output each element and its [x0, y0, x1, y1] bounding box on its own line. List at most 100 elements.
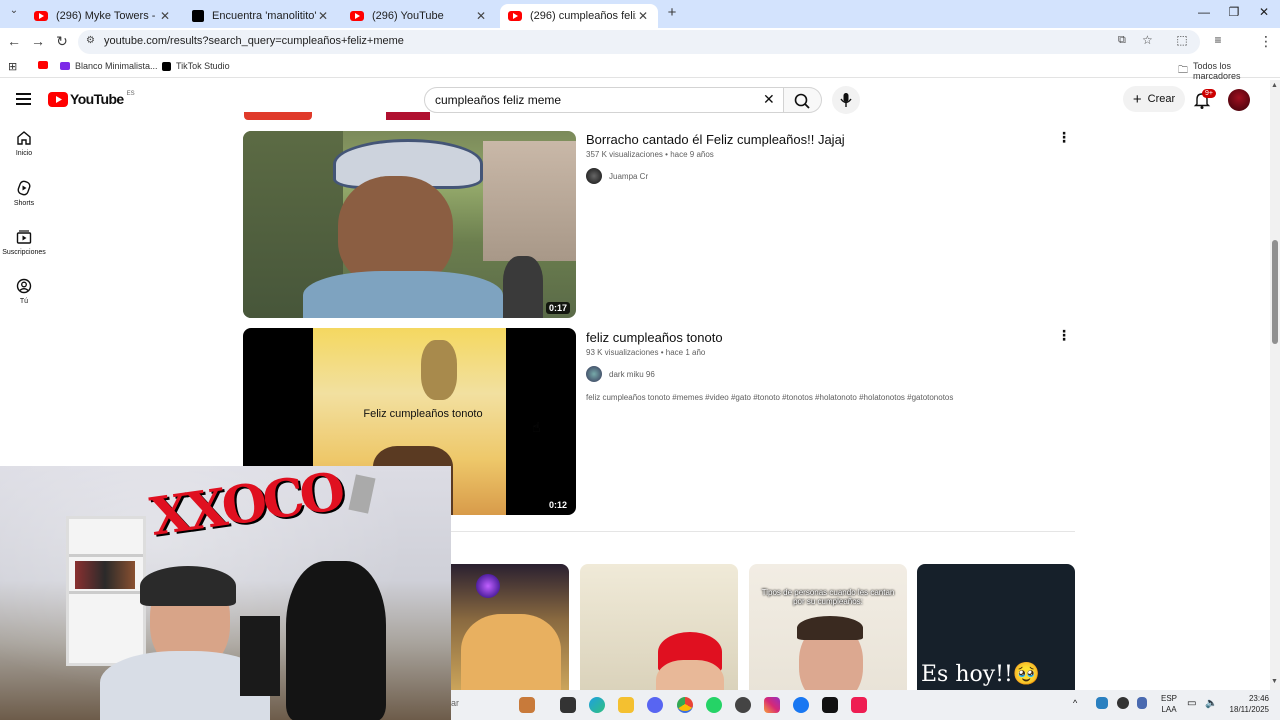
- microphone-icon[interactable]: [1137, 697, 1147, 709]
- view-count: 93 K visualizaciones: [586, 348, 659, 357]
- install-app-icon[interactable]: ⧉: [1118, 34, 1126, 47]
- window-close-button[interactable]: ✕: [1254, 5, 1274, 23]
- chrome-icon[interactable]: [677, 697, 693, 713]
- video-duration: 0:17: [545, 302, 570, 314]
- scroll-down-icon[interactable]: ▼: [1271, 678, 1278, 685]
- widget-icon[interactable]: [519, 697, 535, 713]
- create-button[interactable]: + Crear: [1123, 86, 1185, 112]
- extensions-icon[interactable]: ⬚: [1172, 33, 1192, 51]
- search-input[interactable]: cumpleaños feliz meme ✕: [424, 87, 784, 113]
- all-bookmarks[interactable]: 🗀 Todos los marcadores: [1178, 61, 1280, 81]
- hamburger-menu-icon[interactable]: [16, 92, 32, 106]
- bookmark-star-icon[interactable]: ☆: [1142, 33, 1153, 47]
- browser-toolbar: ← → ↻ ⚙ youtube.com/results?search_query…: [0, 28, 1280, 77]
- subscriptions-icon: [16, 230, 32, 244]
- previous-result-edge: [244, 112, 574, 120]
- search-button[interactable]: [784, 87, 822, 113]
- more-options-icon[interactable]: ⋮: [1057, 327, 1071, 343]
- hand-cursor-icon: ☝: [532, 419, 541, 435]
- edge-icon[interactable]: [589, 697, 605, 713]
- close-icon[interactable]: ✕: [158, 9, 172, 23]
- short-thumbnail[interactable]: Es hoy!!🥹: [917, 564, 1075, 704]
- tiktok-icon: [192, 10, 204, 22]
- microphone-icon: [840, 93, 852, 107]
- file-explorer-icon[interactable]: [618, 697, 634, 713]
- scroll-up-icon[interactable]: ▲: [1271, 82, 1278, 89]
- video-title[interactable]: feliz cumpleaños tonoto: [586, 330, 723, 345]
- scrollbar-thumb[interactable]: [1272, 240, 1278, 344]
- network-icon[interactable]: ▭: [1187, 698, 1196, 709]
- country-code: ES: [126, 91, 135, 97]
- forward-button[interactable]: →: [28, 33, 48, 51]
- media-control-icon[interactable]: ≡: [1208, 33, 1228, 51]
- section-divider: [451, 531, 1075, 532]
- search-query: cumpleaños feliz meme: [435, 93, 562, 107]
- channel-avatar[interactable]: [586, 168, 602, 184]
- taskbar-search[interactable]: ar: [451, 698, 459, 708]
- short-thumbnail[interactable]: [580, 564, 738, 704]
- reload-button[interactable]: ↻: [52, 33, 72, 51]
- sidebar-item-tu[interactable]: Tú: [0, 278, 48, 305]
- channel-link[interactable]: dark miku 96: [586, 366, 655, 382]
- address-bar[interactable]: ⚙ youtube.com/results?search_query=cumpl…: [78, 30, 1200, 54]
- account-avatar[interactable]: [1228, 89, 1250, 111]
- close-icon[interactable]: ✕: [474, 9, 488, 23]
- task-view-icon[interactable]: [560, 697, 576, 713]
- tiktok-icon[interactable]: [822, 697, 838, 713]
- tab-cumpleanos-active[interactable]: (296) cumpleaños feliz meme - ✕: [500, 4, 658, 28]
- tray-app-icon[interactable]: [1096, 697, 1108, 709]
- language-indicator[interactable]: ESP LAA: [1160, 693, 1178, 715]
- tab-search-icon[interactable]: ⌄: [4, 5, 24, 23]
- tab-youtube[interactable]: (296) YouTube ✕: [342, 4, 496, 28]
- bookmark-label: TikTok Studio: [176, 61, 230, 71]
- close-icon[interactable]: ✕: [636, 9, 650, 23]
- logo-text: YouTube: [70, 91, 124, 107]
- create-label: Crear: [1147, 93, 1176, 105]
- gaming-chair: [286, 561, 386, 720]
- whatsapp-icon[interactable]: [706, 697, 722, 713]
- tab-title: Encuentra 'manolitito' en TikTok: [212, 10, 316, 22]
- obs-icon[interactable]: [735, 697, 751, 713]
- voice-search-button[interactable]: [832, 86, 860, 114]
- apps-grid-icon[interactable]: ⊞: [8, 60, 17, 73]
- close-icon[interactable]: ✕: [316, 9, 330, 23]
- channel-link[interactable]: Juampa Cr: [586, 168, 648, 184]
- sidebar-item-inicio[interactable]: Inicio: [0, 130, 48, 157]
- bookmark-blanco-minimalista[interactable]: Blanco Minimalista...: [60, 61, 158, 71]
- tab-title: (296) Myke Towers - DOS O TRE: [56, 10, 158, 22]
- sidebar-item-suscripciones[interactable]: Suscripciones: [0, 229, 48, 256]
- chrome-menu-icon[interactable]: ⋮: [1256, 33, 1276, 51]
- site-info-icon[interactable]: ⚙: [86, 35, 95, 46]
- clock[interactable]: 23:46 18/11/2025: [1211, 693, 1269, 715]
- video-title[interactable]: Borracho cantado él Feliz cumpleaños!! J…: [586, 132, 845, 147]
- instagram-icon[interactable]: [764, 697, 780, 713]
- tab-title: (296) YouTube: [372, 10, 444, 22]
- short-thumbnail[interactable]: Tipos de personas cuando les cantan por …: [749, 564, 907, 704]
- bookmark-tiktok-studio[interactable]: TikTok Studio: [162, 61, 230, 71]
- back-button[interactable]: ←: [4, 33, 24, 51]
- channel-avatar[interactable]: [586, 366, 602, 382]
- page-scrollbar[interactable]: ▲ ▼: [1270, 80, 1280, 690]
- bookmark-youtube[interactable]: [38, 61, 53, 69]
- restore-button[interactable]: ❐: [1224, 5, 1244, 23]
- youtube-logo[interactable]: YouTube ES: [48, 91, 135, 107]
- tab-tiktok[interactable]: Encuentra 'manolitito' en TikTok ✕: [184, 4, 338, 28]
- sidebar-item-shorts[interactable]: Shorts: [0, 180, 48, 207]
- video-thumbnail[interactable]: 0:17: [243, 131, 576, 318]
- upload-age: hace 9 años: [670, 150, 714, 159]
- short-caption: Tipos de personas cuando les cantan por …: [761, 588, 895, 606]
- new-tab-button[interactable]: +: [662, 4, 682, 22]
- more-options-icon[interactable]: ⋮: [1057, 129, 1071, 145]
- tray-app-icon[interactable]: [1117, 697, 1129, 709]
- clear-search-icon[interactable]: ✕: [763, 91, 775, 108]
- shelf: [66, 516, 146, 666]
- tab-myke-towers[interactable]: (296) Myke Towers - DOS O TRE ✕: [26, 4, 180, 28]
- tiktok-live-icon[interactable]: [851, 697, 867, 713]
- search-icon: [794, 93, 810, 109]
- minimize-button[interactable]: —: [1194, 5, 1214, 23]
- discord-icon[interactable]: [647, 697, 663, 713]
- tray-chevron-icon[interactable]: ^: [1073, 698, 1077, 708]
- date: 18/11/2025: [1229, 705, 1269, 714]
- home-icon: [17, 131, 31, 145]
- facebook-icon[interactable]: [793, 697, 809, 713]
